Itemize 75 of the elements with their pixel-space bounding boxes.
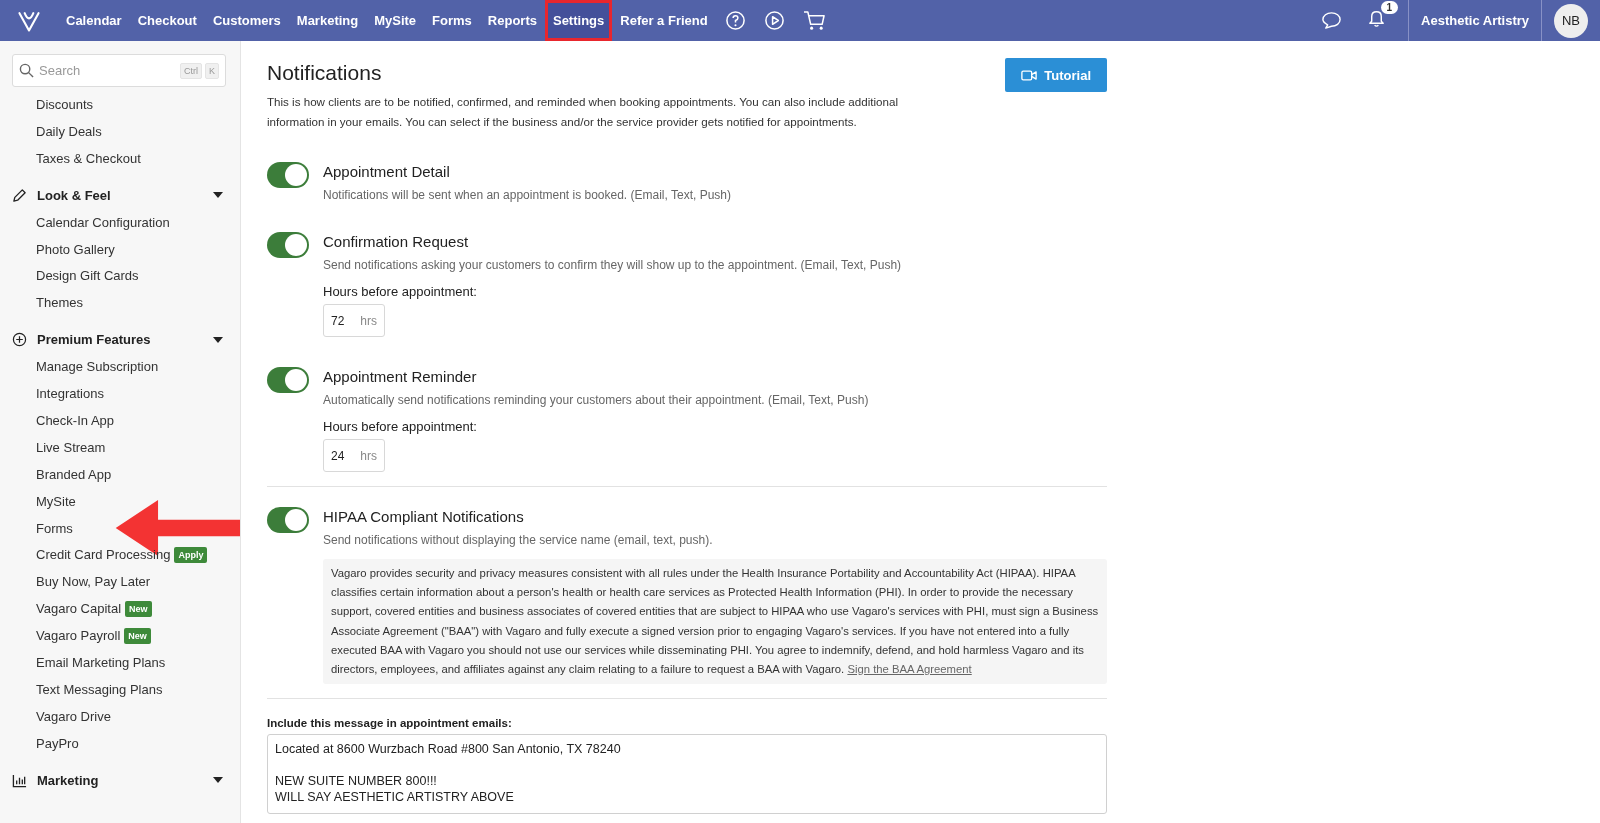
- setting-title: HIPAA Compliant Notifications: [323, 508, 525, 525]
- setting-description: Send notifications without displaying the service name (email, text, push).: [323, 533, 714, 547]
- plus-circle-icon: [12, 332, 27, 348]
- video-camera-icon: [1021, 68, 1038, 82]
- sidebar-item[interactable]: Manage Subscription: [36, 359, 159, 375]
- sidebar-item[interactable]: Forms: [36, 520, 73, 536]
- nav-link[interactable]: Forms: [424, 0, 480, 41]
- setting-description: Automatically send notifications reminding your customers about their appointment. (Email, Text, Push): [323, 393, 870, 407]
- nav-link[interactable]: Marketing: [288, 0, 367, 41]
- sidebar-badge: New: [124, 627, 151, 644]
- toggle-switch[interactable]: [267, 232, 309, 258]
- sidebar-item[interactable]: Integrations: [36, 386, 104, 402]
- sidebar-item[interactable]: Credit Card Processing: [36, 547, 171, 563]
- play-icon[interactable]: [763, 10, 785, 31]
- setting-description: Send notifications asking your customers to confirm they will show up to the appointment. (Email, Text, Push): [323, 258, 903, 272]
- nav-link[interactable]: Checkout: [129, 0, 205, 41]
- setting-title: Appointment Reminder: [323, 368, 478, 385]
- nav-link[interactable]: Customers: [204, 0, 289, 41]
- sidebar-item[interactable]: Text Messaging Plans: [36, 681, 163, 697]
- hipaa-notice: Vagaro provides security and privacy measures consistent with all rules under the Health Insurance Portability and Accountability Act (HIPAA). HIPAA classifies certain information about a person's health or health care services as Protected Health Information (PHI). In order to provide the necessary support, covered entities and business associates of covered entities that are subject to HIPAA who use Vagaro's services with PHI, must sign a Business Associate Agreement ("BAA") with Vagaro and fully execute a signed version prior to engaging Vagaro's services. If you have not entered into a fully executed BAA with Vagaro you should not use our services while disseminating PHI. You agree to indemnify, defend, and hold harmless Vagaro and its directors, employees, and affiliates against any claim relating to a failure to request a BAA with Vagaro. Sign the BAA Agreement: [323, 559, 1107, 685]
- sidebar-item[interactable]: PayPro: [36, 735, 79, 751]
- hours-label: Hours before appointment:: [323, 284, 478, 299]
- setting-description: Notifications will be sent when an appointment is booked. (Email, Text, Push): [323, 188, 732, 202]
- page-title: Notifications: [267, 61, 382, 85]
- setting-title: Confirmation Request: [323, 233, 470, 250]
- sidebar-item[interactable]: Photo Gallery: [36, 241, 115, 257]
- nav-link[interactable]: Settings: [544, 0, 613, 41]
- toggle-switch[interactable]: [267, 367, 309, 393]
- bar-chart-icon: [12, 772, 27, 788]
- sidebar-item[interactable]: Live Stream: [36, 439, 106, 455]
- sidebar-item[interactable]: Vagaro Payroll: [36, 628, 121, 644]
- toggle-switch[interactable]: [267, 507, 309, 533]
- message-field[interactable]: Located at 8600 Wurzbach Road #800 San Antonio, TX 78240 NEW SUITE NUMBER 800!!! WILL SAY AESTHETIC ARTISTRY ABOVE: [267, 734, 1107, 815]
- sidebar-item[interactable]: Branded App: [36, 466, 112, 482]
- nav-link[interactable]: Reports: [479, 0, 545, 41]
- sidebar-item[interactable]: Vagaro Drive: [36, 708, 111, 724]
- setting-title: Appointment Detail: [323, 163, 451, 180]
- pencil-icon: [12, 187, 27, 203]
- sidebar-badge: New: [125, 600, 152, 617]
- sidebar-item[interactable]: Daily Deals: [36, 123, 102, 139]
- message-line: Located at 8600 Wurzbach Road #800 San Antonio, TX 78240: [275, 741, 622, 758]
- hours-field[interactable]: 24 hrs: [323, 439, 385, 472]
- sidebar-item[interactable]: MySite: [36, 493, 76, 509]
- sidebar-badge: Apply: [174, 546, 208, 563]
- cart-icon[interactable]: [802, 10, 826, 31]
- nav-link[interactable]: MySite: [366, 0, 425, 41]
- message-line: WILL SAY AESTHETIC ARTISTRY ABOVE: [275, 789, 515, 806]
- sidebar-section-header[interactable]: Premium Features: [12, 326, 226, 354]
- hours-field[interactable]: 72 hrs: [323, 304, 385, 337]
- sidebar-item[interactable]: Taxes & Checkout: [36, 150, 141, 166]
- shortcut-key: Ctrl: [180, 63, 202, 79]
- chat-icon[interactable]: [1321, 10, 1343, 31]
- tutorial-button[interactable]: Tutorial: [1005, 58, 1107, 92]
- notification-badge: 1: [1380, 1, 1399, 14]
- sidebar-item[interactable]: Calendar Configuration: [36, 214, 170, 230]
- message-label: Include this message in appointment emails:: [267, 717, 513, 730]
- sidebar-item[interactable]: Email Marketing Plans: [36, 654, 166, 670]
- sidebar-item[interactable]: Themes: [36, 295, 83, 311]
- sidebar-item[interactable]: Buy Now, Pay Later: [36, 574, 151, 590]
- sidebar-section-header[interactable]: Marketing: [12, 766, 226, 794]
- nav-link[interactable]: Calendar: [58, 0, 130, 41]
- sidebar-item[interactable]: Discounts: [36, 96, 94, 112]
- baa-link[interactable]: Sign the BAA Agreement: [847, 663, 972, 675]
- user-avatar[interactable]: NB: [1554, 3, 1588, 38]
- help-icon[interactable]: [724, 10, 746, 31]
- sidebar-item[interactable]: Vagaro Capital: [36, 601, 122, 617]
- message-line: NEW SUITE NUMBER 800!!!: [275, 773, 438, 790]
- nav-link[interactable]: Refer a Friend: [612, 0, 716, 41]
- search-icon: [19, 63, 34, 78]
- page-description: This is how clients are to be notified, confirmed, and reminded when booking appointments. You can also include additional information in your emails. You can select if the business and/or the service provider gets notified for appointments.: [267, 94, 899, 130]
- sidebar-section-header[interactable]: Look & Feel: [12, 181, 226, 209]
- sidebar-item[interactable]: Check-In App: [36, 412, 115, 428]
- sidebar-item[interactable]: Design Gift Cards: [36, 268, 139, 284]
- toggle-switch[interactable]: [267, 162, 309, 188]
- hours-label: Hours before appointment:: [323, 419, 478, 434]
